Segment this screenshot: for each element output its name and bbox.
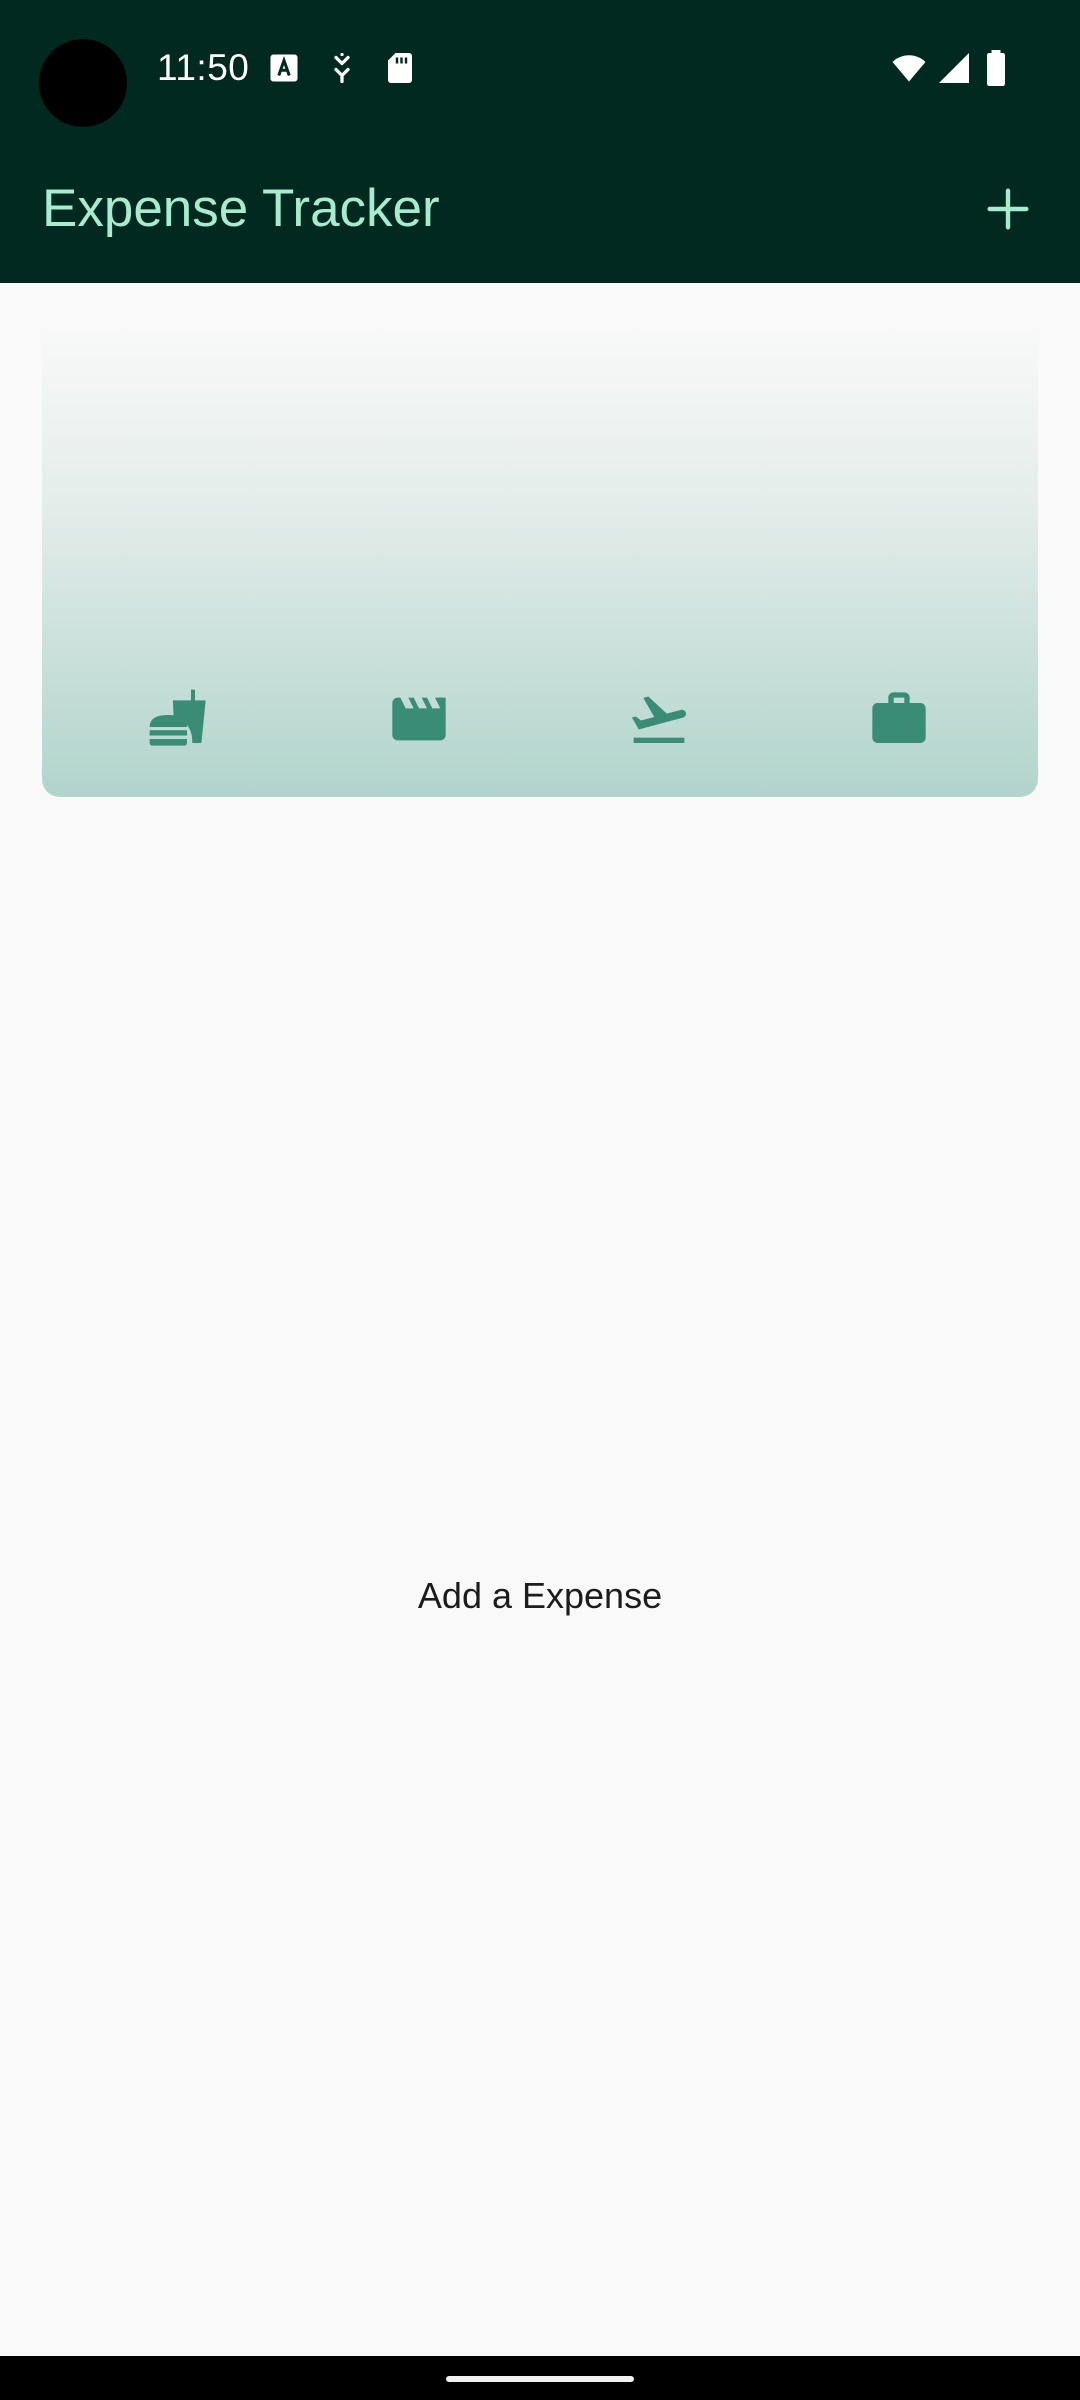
flight-takeoff-icon (631, 696, 686, 743)
add-expense-button[interactable] (964, 165, 1052, 253)
chart-bars-area (42, 325, 1038, 665)
sd-card-icon (388, 53, 412, 83)
movie-icon (392, 697, 446, 741)
app-bar: Expense Tracker (0, 135, 1080, 283)
system-navigation-bar (0, 2356, 1080, 2400)
status-bar: 11:50 (0, 0, 1080, 135)
download-status-icon (334, 52, 350, 84)
work-icon (872, 692, 926, 743)
wifi-icon (892, 55, 926, 82)
camera-cutout (39, 39, 127, 127)
status-time: 11:50 (157, 47, 250, 88)
fastfood-icon (149, 689, 206, 746)
keyboard-a-icon (270, 54, 298, 82)
home-gesture-handle[interactable] (446, 2376, 634, 2382)
empty-state-message: Add a Expense (417, 1575, 663, 1616)
battery-icon (987, 50, 1005, 86)
category-icon-row (42, 687, 1038, 777)
plus-icon (987, 188, 1029, 230)
cellular-signal-icon (939, 53, 969, 83)
app-title: Expense Tracker (42, 179, 440, 238)
expense-chart-card (42, 325, 1038, 797)
